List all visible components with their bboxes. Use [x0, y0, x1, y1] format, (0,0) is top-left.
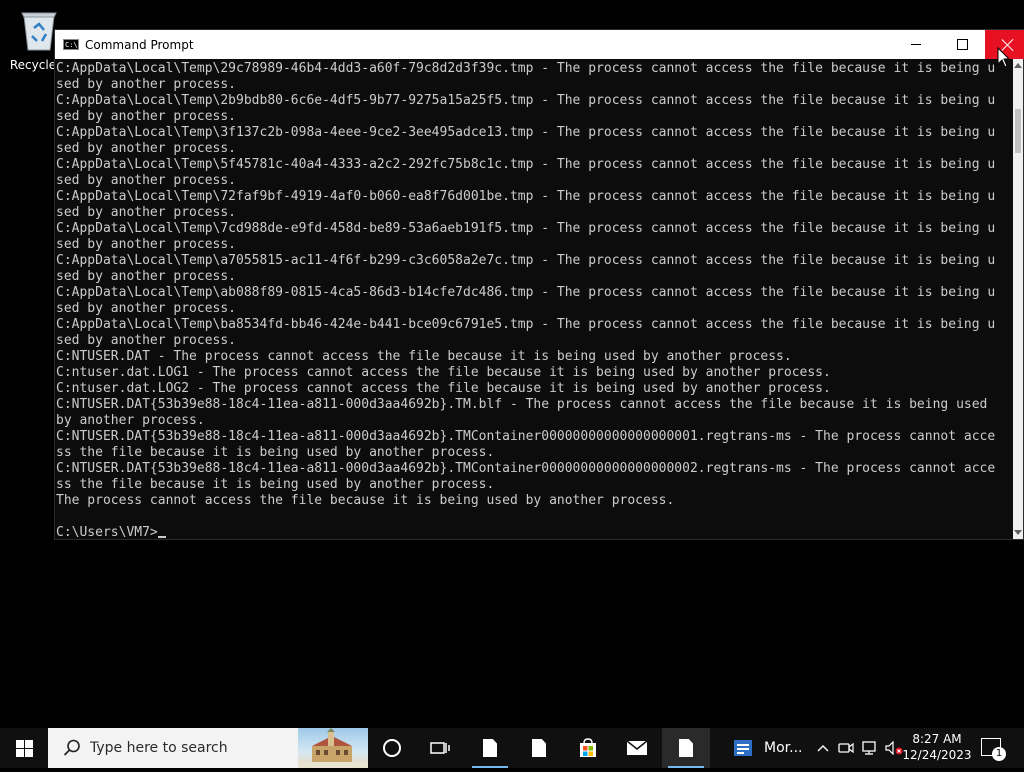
console-line: sed by another process.: [56, 301, 237, 316]
action-center-button[interactable]: 1: [981, 738, 1006, 761]
title-bar[interactable]: C:\ Command Prompt: [55, 30, 1024, 59]
search-input[interactable]: [88, 739, 292, 757]
console-output[interactable]: C:AppData\Local\Temp\29c78989-46b4-4dd3-…: [55, 59, 1013, 539]
windows-logo-icon: [15, 739, 33, 757]
prompt-line[interactable]: C:\Users\VM7>: [56, 525, 1013, 539]
document-icon: [679, 739, 693, 757]
meet-now-icon: [838, 742, 854, 754]
taskbar: Mor... 8:27 AM 12/24/2023 1: [0, 728, 1024, 768]
news-icon: [734, 740, 752, 756]
taskbar-search-box[interactable]: [48, 728, 368, 768]
taskbar-clock[interactable]: 8:27 AM 12/24/2023: [902, 731, 972, 763]
scroll-thumb[interactable]: [1015, 109, 1021, 153]
console-line: by another process.: [56, 413, 205, 428]
mail-button[interactable]: [613, 728, 661, 768]
news-widget-button[interactable]: Mor...: [728, 728, 810, 768]
mouse-pointer-icon: [997, 47, 1011, 68]
console-line: C:ntuser.dat.LOG1 - The process cannot a…: [56, 365, 831, 380]
window-title: Command Prompt: [85, 37, 194, 52]
search-icon: [63, 739, 80, 756]
minimize-icon: [911, 44, 921, 45]
maximize-button[interactable]: [939, 30, 985, 59]
console-line: C:AppData\Local\Temp\2b9bdb80-6c6e-4df5-…: [56, 93, 996, 108]
volume-button[interactable]: [884, 728, 904, 768]
show-hidden-icons-button[interactable]: [814, 728, 832, 768]
network-icon: [862, 741, 876, 755]
recycle-bin-icon: [20, 8, 58, 52]
scroll-down-icon[interactable]: [1014, 530, 1022, 535]
mail-icon: [626, 740, 648, 755]
console-line: ss the file because it is being used by …: [56, 477, 495, 492]
task-view-icon: [430, 742, 450, 754]
command-prompt-window[interactable]: C:\ Command Prompt C:AppData\Local\Temp\…: [54, 29, 1024, 540]
taskbar-file-1[interactable]: [466, 728, 514, 768]
console-app-icon: C:\: [63, 39, 79, 50]
console-line: The process cannot access the file becau…: [56, 493, 675, 508]
console-line: sed by another process.: [56, 173, 237, 188]
console-line: C:NTUSER.DAT - The process cannot access…: [56, 349, 792, 364]
task-view-button[interactable]: [416, 728, 464, 768]
microsoft-store-button[interactable]: [564, 728, 612, 768]
document-icon: [483, 739, 497, 757]
console-line: C:NTUSER.DAT{53b39e88-18c4-11ea-a811-000…: [56, 461, 996, 476]
console-line: C:NTUSER.DAT{53b39e88-18c4-11ea-a811-000…: [56, 397, 988, 412]
console-line: C:ntuser.dat.LOG2 - The process cannot a…: [56, 381, 831, 396]
notification-count-badge: 1: [992, 747, 1006, 761]
clock-date: 12/24/2023: [902, 748, 972, 762]
console-line: sed by another process.: [56, 269, 237, 284]
console-line: C:AppData\Local\Temp\a7055815-ac11-4f6f-…: [56, 253, 996, 268]
console-line: sed by another process.: [56, 237, 237, 252]
vertical-scrollbar[interactable]: [1013, 59, 1023, 539]
console-line: C:NTUSER.DAT{53b39e88-18c4-11ea-a811-000…: [56, 429, 996, 444]
search-highlight-image[interactable]: [298, 728, 368, 768]
news-widget-label: Mor...: [764, 740, 803, 756]
taskbar-file-2[interactable]: [515, 728, 563, 768]
console-line: sed by another process.: [56, 205, 237, 220]
console-line: C:AppData\Local\Temp\29c78989-46b4-4dd3-…: [56, 61, 996, 76]
cortana-button[interactable]: [368, 728, 416, 768]
console-line: C:AppData\Local\Temp\ab088f89-0815-4ca5-…: [56, 285, 996, 300]
clock-time: 8:27 AM: [912, 732, 962, 746]
console-line: C:AppData\Local\Temp\ba8534fd-bb46-424e-…: [56, 317, 996, 332]
console-line: sed by another process.: [56, 109, 237, 124]
maximize-icon: [956, 39, 968, 50]
meet-now-button[interactable]: [836, 728, 856, 768]
scroll-up-icon[interactable]: [1014, 63, 1022, 68]
taskbar-file-active[interactable]: [662, 728, 710, 768]
console-line: C:AppData\Local\Temp\7cd988de-e9fd-458d-…: [56, 221, 996, 236]
volume-muted-icon: [885, 741, 903, 755]
cortana-icon: [383, 739, 401, 757]
console-line: C:AppData\Local\Temp\3f137c2b-098a-4eee-…: [56, 125, 996, 140]
console-line: sed by another process.: [56, 141, 237, 156]
text-cursor: [157, 536, 166, 538]
console-line: C:AppData\Local\Temp\72faf9bf-4919-4af0-…: [56, 189, 996, 204]
console-line: sed by another process.: [56, 333, 237, 348]
console-line: sed by another process.: [56, 77, 237, 92]
network-button[interactable]: [860, 728, 880, 768]
console-line: C:AppData\Local\Temp\5f45781c-40a4-4333-…: [56, 157, 996, 172]
command-prompt: C:\Users\VM7>: [56, 525, 158, 539]
store-bag-icon: [580, 738, 596, 757]
start-button[interactable]: [0, 728, 48, 768]
document-icon: [532, 739, 546, 757]
console-line: ss the file because it is being used by …: [56, 445, 495, 460]
chevron-up-icon: [817, 745, 829, 752]
minimize-button[interactable]: [893, 30, 939, 59]
